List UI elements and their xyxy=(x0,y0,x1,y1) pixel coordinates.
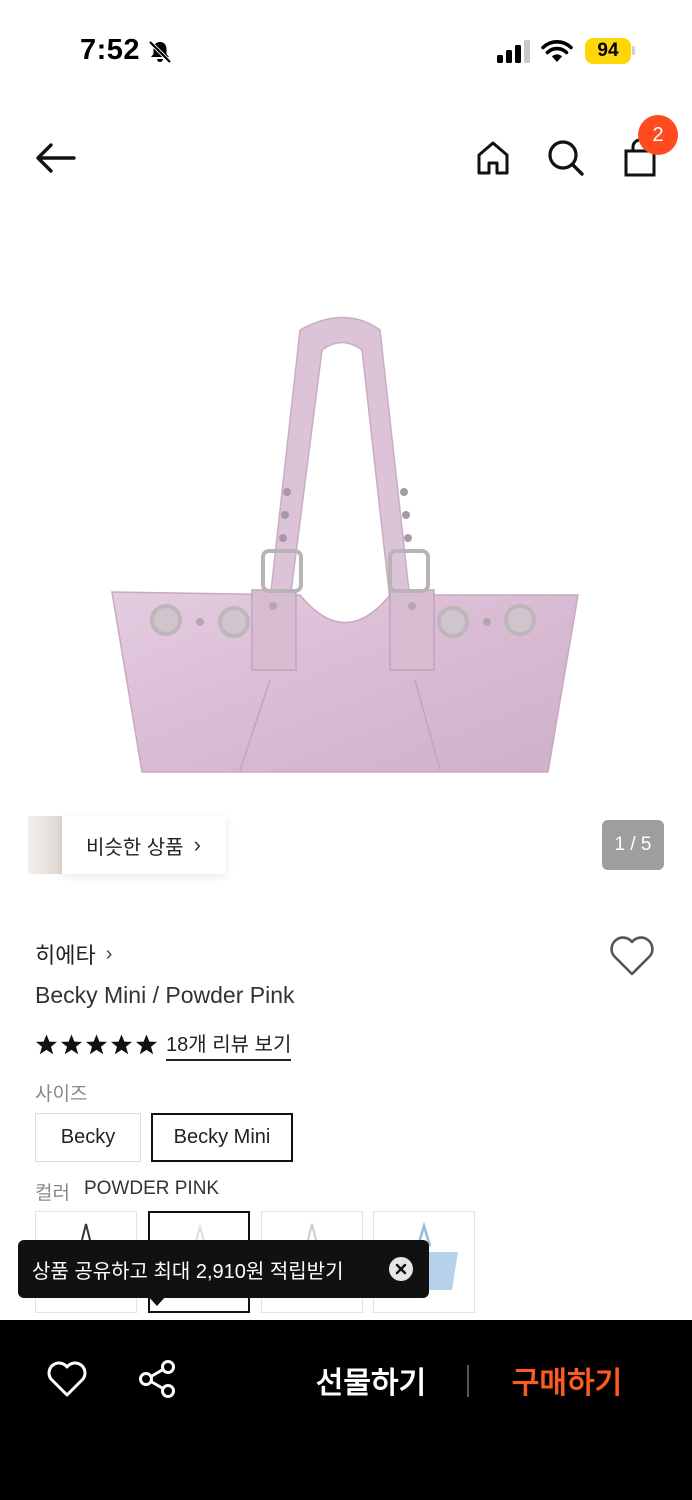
toast-close-button[interactable] xyxy=(389,1257,413,1281)
home-icon xyxy=(477,141,509,175)
search-icon xyxy=(548,140,584,176)
heart-icon[interactable] xyxy=(608,934,656,978)
bell-muted-icon xyxy=(148,40,172,64)
star-icon xyxy=(110,1034,133,1055)
cart-count-badge: 2 xyxy=(638,115,678,155)
status-bar: 7:52 94 xyxy=(0,0,692,100)
star-icon xyxy=(60,1034,83,1055)
selected-color: POWDER PINK xyxy=(83,1178,220,1199)
rating-row: 18개 리뷰 보기 xyxy=(35,1028,292,1061)
divider xyxy=(467,1365,469,1397)
star-icon xyxy=(35,1034,58,1055)
heart-icon[interactable] xyxy=(46,1358,88,1400)
close-icon xyxy=(395,1263,407,1275)
battery-indicator: 94 xyxy=(585,38,631,64)
rating-stars xyxy=(35,1033,158,1056)
star-icon xyxy=(85,1034,108,1055)
size-option-becky[interactable]: Becky xyxy=(35,1113,141,1162)
product-image[interactable] xyxy=(0,230,692,830)
home-button[interactable] xyxy=(469,134,517,182)
toast-pointer xyxy=(148,1296,166,1306)
product-name: Becky Mini / Powder Pink xyxy=(35,982,295,1008)
gift-button[interactable]: 선물하기 xyxy=(296,1350,446,1410)
status-time: 7:52 xyxy=(80,34,141,66)
chevron-right-icon: › xyxy=(193,832,201,857)
share-reward-toast: 상품 공유하고 최대 2,910원 적립받기 xyxy=(18,1240,429,1298)
top-navigation xyxy=(0,110,692,200)
back-button[interactable] xyxy=(32,134,80,182)
arrow-left-icon xyxy=(36,143,76,173)
image-page-indicator: 1 / 5 xyxy=(602,820,664,870)
search-button[interactable] xyxy=(542,134,590,182)
bottom-action-bar xyxy=(0,1320,692,1500)
buy-button[interactable]: 구매하기 xyxy=(492,1350,642,1410)
cellular-signal-icon xyxy=(497,40,530,63)
review-link[interactable]: 18개 리뷰 보기 xyxy=(166,1028,292,1061)
star-icon xyxy=(135,1034,158,1055)
chevron-right-icon: › xyxy=(105,942,113,965)
size-label: 사이즈 xyxy=(35,1084,88,1105)
toast-text: 상품 공유하고 최대 2,910원 적립받기 xyxy=(32,1260,344,1283)
share-icon[interactable] xyxy=(136,1358,178,1400)
size-option-becky-mini[interactable]: Becky Mini xyxy=(151,1113,293,1162)
color-row: 컬러 POWDER PINK xyxy=(35,1178,219,1205)
brand-name: 히에타 xyxy=(35,943,96,968)
similar-products-label: 비슷한 상품 xyxy=(86,836,184,859)
wifi-icon xyxy=(541,40,573,62)
battery-tip xyxy=(632,46,635,55)
similar-products-button[interactable]: 비슷한 상품 › xyxy=(62,816,226,874)
brand-link[interactable]: 히에타 › xyxy=(35,938,112,970)
color-label: 컬러 xyxy=(35,1183,70,1204)
